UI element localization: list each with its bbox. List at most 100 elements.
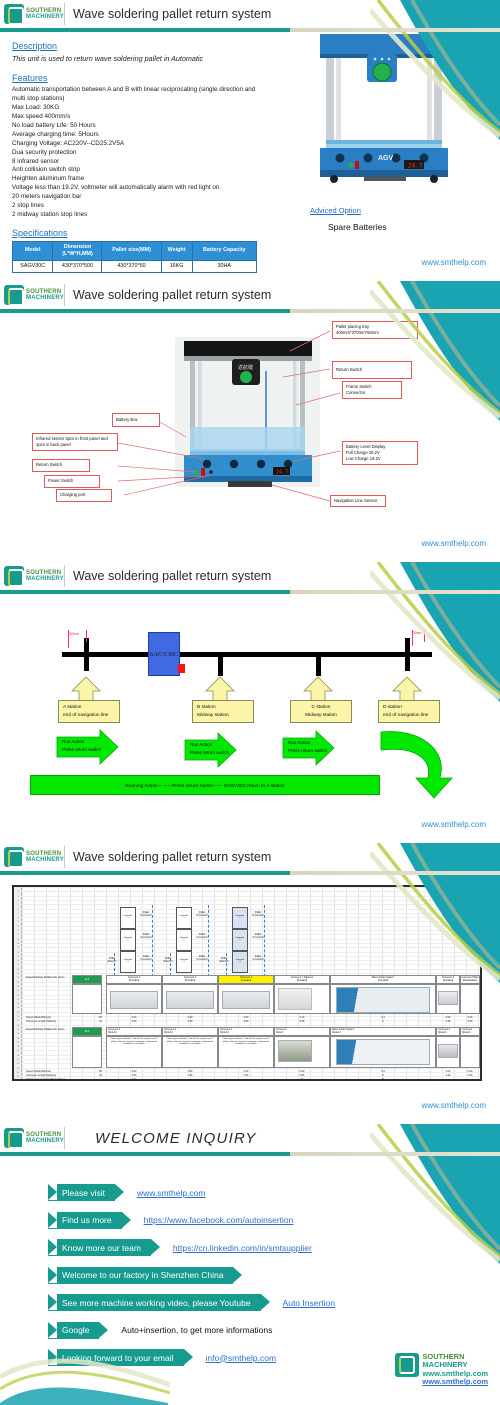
footer-website-url[interactable]: www.smthelp.com — [422, 258, 486, 267]
inquiry-label-chevron[interactable]: Google — [48, 1321, 109, 1339]
slide-product-overview: SOUTHERN MACHINERY Wave soldering pallet… — [0, 0, 500, 281]
table-column-header: Battery Capacity — [191, 241, 258, 261]
operator-box: Operator 2 — [232, 929, 248, 951]
adviced-option-heading[interactable]: Adviced Option — [310, 206, 361, 215]
length-value-top: 0.00 — [467, 1020, 473, 1023]
inquiry-value[interactable]: https://www.facebook.com/autoinsertion — [144, 1215, 294, 1225]
inquiry-label-chevron[interactable]: See more machine working video, please Y… — [48, 1294, 270, 1311]
header-accent-bar — [0, 1152, 500, 1156]
row-label-speed-top: Speed (Meter/Minute) — [26, 1016, 52, 1019]
spreadsheet-row-number: 36 — [16, 1037, 20, 1040]
inquiry-label-chevron[interactable]: Looking forward to your email — [48, 1349, 193, 1366]
spreadsheet-row-number: 19 — [16, 964, 20, 967]
inquiry-label-chevron[interactable]: Please visit — [48, 1184, 124, 1201]
operator-box: Operator 1 — [176, 907, 192, 929]
operator-box: Operator 1 — [120, 907, 136, 929]
spreadsheet-row-number: 14 — [16, 942, 20, 945]
length-left-top: 20 — [99, 1020, 102, 1023]
spreadsheet-row-number: 16 — [16, 951, 20, 954]
inquiry-label-chevron[interactable]: Welcome to our factory in Shenzhen China — [48, 1266, 243, 1284]
station-c-desc: Midway station — [305, 712, 337, 718]
feature-item: No load battery Life: 50 Hours — [12, 121, 96, 129]
slide-station-flow-diagram: SOUTHERN MACHINERY Wave soldering pallet… — [0, 562, 500, 843]
length-value-bottom: 2.50 — [243, 1074, 249, 1077]
spreadsheet-row-number: 46 — [14, 1081, 22, 1082]
speed-value-top: 0.40 — [299, 1016, 305, 1019]
table-header-row: Model Dimension (L*W*H,MM) Pallet size(MM) W… — [11, 241, 258, 261]
inquiry-value[interactable]: Auto Insertion — [283, 1298, 335, 1308]
slide-header: SOUTHERN MACHINERY Wave soldering pallet… — [0, 562, 500, 590]
distance-label-left: 30cm — [69, 631, 79, 636]
callout-battery-box: Battery Box — [112, 413, 160, 427]
length-value-top: 2.40 — [445, 1020, 451, 1023]
logo-mark-icon — [4, 285, 24, 306]
table-body: SAGV30C 430*370*500 430*370*50 16KG 30HA — [11, 259, 258, 273]
logo-mark-icon — [395, 1352, 420, 1377]
row-label-speed-bottom: Speed (Meter/Minute) — [26, 1070, 52, 1073]
action-1-line1: Run Action — [62, 739, 85, 744]
svg-text:24.7: 24.7 — [276, 470, 288, 476]
station-header-forward: Conveyor Pallet (Downloader) — [460, 975, 480, 984]
logo-text-line2: MACHINERY — [26, 576, 64, 582]
expected-rate-value-top: 112 — [72, 975, 102, 984]
pallet-return-label: Pallet (Return) — [107, 957, 117, 964]
annotated-machine-diagram: 返航键 24.7 Pallet placing tray 400mm*370mm… — [0, 309, 500, 549]
speed-value-bottom: 2.00 — [187, 1070, 193, 1073]
length-value-top: 2.50 — [243, 1020, 249, 1023]
spreadsheet-row-number: 32 — [16, 1020, 20, 1023]
spreadsheet-row-number: 6 — [17, 908, 19, 911]
speed-left-top: 2/5 — [98, 1016, 102, 1019]
table-cell: 30HA — [191, 259, 258, 273]
logo-mark-icon — [4, 847, 24, 868]
svg-text:24.7: 24.7 — [408, 163, 423, 170]
action-label-1: Run Action Press return switch — [62, 738, 101, 755]
logo-text-line2: MACHINERY — [26, 14, 64, 20]
inquiry-row: Please visit www.smthelp.com — [48, 1184, 488, 1201]
station-c-name: C station — [311, 705, 331, 710]
slide-header: SOUTHERN MACHINERY Wave soldering pallet… — [0, 0, 500, 28]
row-label-expected-rate-top: Expected Rate (Pallets Per Hour) — [26, 976, 65, 979]
brand-logo: SOUTHERN MACHINERY — [0, 283, 64, 307]
speed-value-bottom: 2.00 — [131, 1070, 137, 1073]
inquiry-label-chevron[interactable]: Know more our team — [48, 1239, 160, 1256]
spreadsheet-row-number: 28 — [16, 1003, 20, 1006]
feature-item: 2 stop lines — [12, 202, 44, 210]
footer-url-2[interactable]: www.smthelp.com — [422, 1378, 488, 1387]
inquiry-value[interactable]: https://cn.linkedin.com/in/smtsupplier — [173, 1243, 312, 1253]
inquiry-label-chevron[interactable]: Find us more — [48, 1211, 131, 1229]
description-text: This unit is used to return wave solderi… — [12, 54, 204, 63]
header-accent-bar — [0, 28, 500, 32]
callout-pallet-placing-tray: Pallet placing tray 400mm*370mm*50mm — [332, 321, 418, 340]
operator-box: Operator 3 — [120, 951, 136, 973]
agv-indicator-light — [178, 664, 185, 673]
spreadsheet-row-number: 17 — [16, 955, 20, 958]
footer-website-url[interactable]: www.smthelp.com — [422, 820, 486, 829]
row-label-length-top: Conveyor Length (Meters) — [26, 1020, 57, 1023]
logo-mark-icon — [4, 1128, 24, 1149]
station-box-c: C station Midway station — [290, 700, 352, 724]
operator-box: Operator 2 — [120, 929, 136, 951]
inquiry-row: Know more our team https://cn.linkedin.co… — [48, 1239, 488, 1256]
spreadsheet-row-number: 44 — [16, 1071, 20, 1074]
conveyor-photo — [110, 991, 158, 1009]
footer-website-url[interactable]: www.smthelp.com — [422, 539, 486, 548]
inquiry-value[interactable]: info@smthelp.com — [206, 1353, 277, 1363]
station-header-return: Conveyor 4 (Return) — [436, 1027, 460, 1036]
footer-website-url[interactable]: www.smthelp.com — [422, 1101, 486, 1110]
length-value-bottom: 2.50 — [131, 1074, 137, 1077]
speed-value-top: 0.00 — [467, 1016, 473, 1019]
feature-item: 8 infrared sensor — [12, 157, 60, 165]
length-value-bottom: 0.55 — [299, 1074, 305, 1077]
station-b-name: B station — [197, 705, 216, 710]
station-box-d: D station end of navigation line — [378, 700, 440, 724]
summary-action-bar: Running Action－－－Press return switch－－ S… — [30, 775, 380, 795]
speed-value-bottom: 2.00 — [243, 1070, 249, 1073]
pallet-return-label: Pallet (Return) — [219, 957, 229, 964]
inquiry-value[interactable]: www.smthelp.com — [137, 1188, 206, 1198]
logo-text-line2: MACHINERY — [26, 1138, 64, 1144]
operator-box: Operator 3 — [176, 951, 192, 973]
spreadsheet-row-number: 45 — [16, 1076, 20, 1079]
slide-component-callouts: SOUTHERN MACHINERY Wave soldering pallet… — [0, 281, 500, 562]
station-d-desc: end of navigation line — [383, 712, 429, 718]
pallet-return-label: Pallet (Return) — [163, 957, 173, 964]
